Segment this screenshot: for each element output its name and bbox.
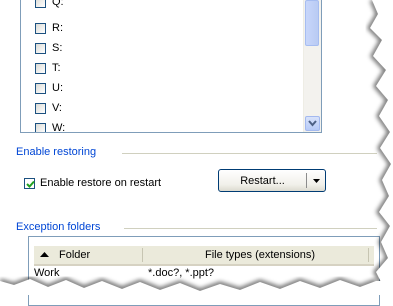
column-header-file-types[interactable]: File types (extensions) [146, 246, 374, 264]
drive-label: R: [52, 22, 63, 34]
drive-item-v[interactable]: V: [35, 100, 62, 116]
sort-up-icon [40, 252, 49, 257]
drive-label: W: [52, 122, 66, 133]
restart-dropdown-button[interactable] [307, 170, 325, 191]
drive-checkbox[interactable] [35, 102, 46, 114]
scroll-down-arrow-icon [308, 120, 317, 127]
drive-item-w[interactable]: W: [35, 120, 66, 133]
exceptions-list-header: Folder File types (extensions) [34, 246, 374, 266]
drive-item-u[interactable]: U: [35, 80, 63, 96]
folder-cell: Work [34, 267, 60, 279]
table-row[interactable]: Work *.doc?, *.ppt? [34, 266, 374, 282]
file-types-cell: *.doc?, *.ppt? [148, 267, 215, 279]
group-divider [124, 228, 377, 229]
column-label: File types (extensions) [204, 249, 316, 261]
restart-button[interactable]: Restart... [219, 170, 306, 191]
restart-split-button[interactable]: Restart... [218, 169, 326, 192]
drive-checkbox[interactable] [35, 42, 46, 54]
enable-restore-checkbox-row[interactable]: Enable restore on restart [24, 177, 161, 189]
enable-restore-label: Enable restore on restart [40, 177, 162, 189]
column-divider[interactable] [368, 248, 369, 262]
enable-restore-checkbox[interactable] [24, 177, 35, 189]
drive-label: Q: [52, 0, 64, 8]
drive-checkbox[interactable] [35, 82, 46, 94]
dropdown-arrow-icon [312, 178, 320, 183]
drive-checkbox[interactable] [35, 22, 46, 34]
column-divider[interactable] [142, 248, 143, 262]
restoring-group-title: Enable restoring [16, 146, 97, 158]
drive-item-r[interactable]: R: [35, 20, 63, 36]
column-label: Folder [59, 249, 91, 261]
drive-item-s[interactable]: S: [35, 40, 62, 56]
drive-label: V: [52, 102, 62, 114]
vertical-scrollbar[interactable] [303, 0, 321, 132]
scroll-down-button[interactable] [305, 116, 320, 131]
drive-checkbox[interactable] [35, 122, 46, 132]
drive-label: S: [52, 42, 63, 54]
column-header-folder[interactable]: Folder [40, 246, 140, 264]
scroll-thumb[interactable] [305, 0, 319, 46]
drive-checkbox[interactable] [35, 0, 46, 8]
checkmark-icon [26, 180, 35, 188]
drive-list[interactable]: Q: R: S: T: U: V: W: [20, 0, 322, 133]
drive-item-t[interactable]: T: [35, 60, 61, 76]
exceptions-group-title: Exception folders [16, 221, 101, 233]
drive-checkbox[interactable] [35, 62, 46, 74]
drive-item-q[interactable]: Q: [35, 0, 64, 10]
drive-label: T: [52, 62, 61, 74]
drive-label: U: [52, 82, 63, 94]
group-divider [122, 153, 377, 154]
settings-panel: Q: R: S: T: U: V: W: Enable restoring En… [0, 0, 393, 306]
